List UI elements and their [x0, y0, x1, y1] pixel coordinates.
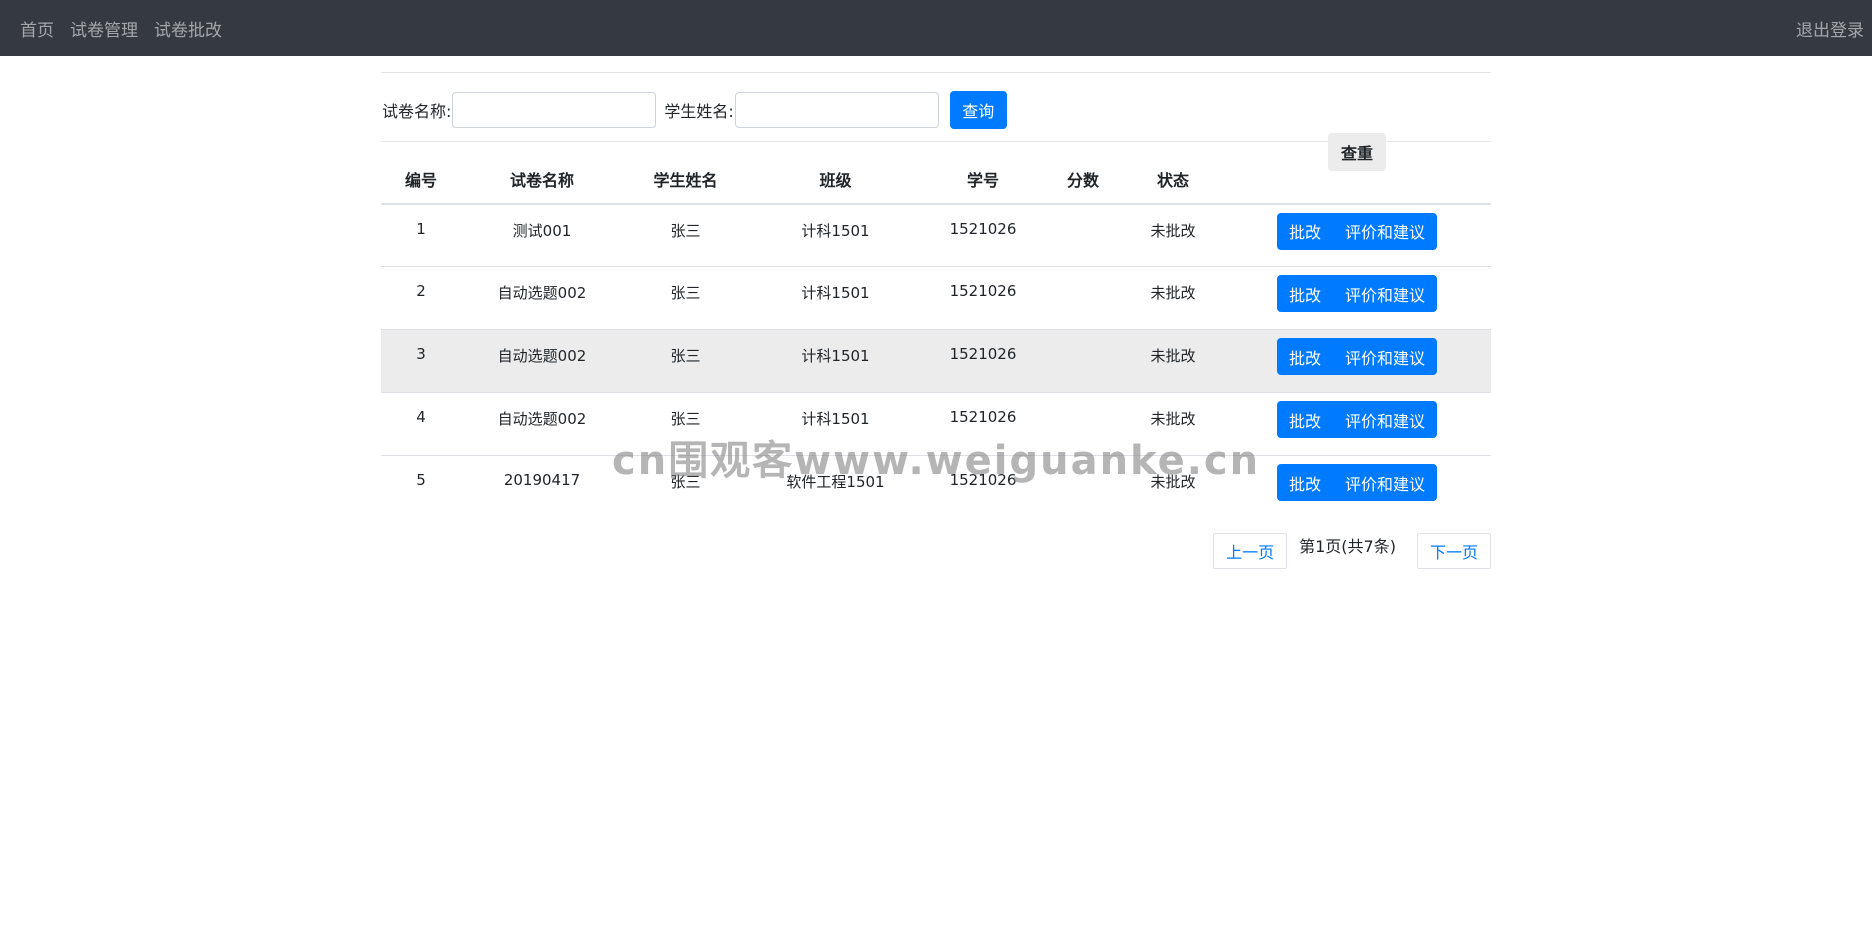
table-header-row: 编号 试卷名称 学生姓名 班级 学号 分数 状态 查重 — [381, 132, 1491, 205]
col-student-id: 学号 — [923, 141, 1043, 205]
table-row: 5 20190417 张三 软件工程1501 1521026 未批改 批改 评价… — [381, 455, 1491, 519]
cell-paper-name: 20190417 — [461, 455, 623, 519]
review-button[interactable]: 评价和建议 — [1333, 401, 1437, 438]
cell-score — [1043, 455, 1123, 519]
cell-id: 3 — [381, 329, 461, 393]
cell-actions: 批改 评价和建议 — [1223, 266, 1491, 330]
cell-paper-name: 测试001 — [461, 203, 623, 267]
review-button[interactable]: 评价和建议 — [1333, 213, 1437, 250]
cell-status: 未批改 — [1123, 203, 1223, 267]
cell-student-id: 1521026 — [923, 329, 1043, 393]
nav-links: 首页 试卷管理 试卷批改 — [20, 16, 222, 41]
cell-paper-name: 自动选题002 — [461, 392, 623, 456]
nav-right: 退出登录 — [1796, 16, 1864, 41]
paper-name-label: 试卷名称: — [382, 102, 452, 121]
cell-actions: 批改 评价和建议 — [1223, 455, 1491, 519]
col-score: 分数 — [1043, 141, 1123, 205]
cell-class: 计科1501 — [748, 266, 923, 330]
table-row: 3 自动选题002 张三 计科1501 1521026 未批改 批改 评价和建议 — [381, 329, 1491, 393]
cell-paper-name: 自动选题002 — [461, 329, 623, 393]
cell-id: 2 — [381, 266, 461, 330]
cell-status: 未批改 — [1123, 392, 1223, 456]
logout-link[interactable]: 退出登录 — [1796, 21, 1864, 41]
review-button[interactable]: 评价和建议 — [1333, 464, 1437, 501]
top-navbar: 首页 试卷管理 试卷批改 退出登录 — [0, 0, 1872, 56]
grade-button[interactable]: 批改 — [1277, 275, 1333, 312]
next-page-button[interactable]: 下一页 — [1416, 532, 1491, 569]
table-row: 1 测试001 张三 计科1501 1521026 未批改 批改 评价和建议 — [381, 203, 1491, 267]
cell-status: 未批改 — [1123, 329, 1223, 393]
prev-page-button[interactable]: 上一页 — [1213, 532, 1288, 569]
cell-student-id: 1521026 — [923, 392, 1043, 456]
page-info: 第1页(共7条) — [1299, 536, 1396, 556]
grade-button[interactable]: 批改 — [1277, 338, 1333, 375]
table-row: 4 自动选题002 张三 计科1501 1521026 未批改 批改 评价和建议 — [381, 392, 1491, 456]
cell-score — [1043, 203, 1123, 267]
row-action-group: 批改 评价和建议 — [1276, 464, 1438, 501]
table-row: 2 自动选题002 张三 计科1501 1521026 未批改 批改 评价和建议 — [381, 266, 1491, 330]
cell-id: 5 — [381, 455, 461, 519]
paper-name-input[interactable] — [452, 92, 657, 128]
cell-class: 计科1501 — [748, 203, 923, 267]
cell-student-name: 张三 — [623, 203, 748, 267]
cell-status: 未批改 — [1123, 455, 1223, 519]
col-class: 班级 — [748, 141, 923, 205]
cell-student-name: 张三 — [623, 266, 748, 330]
row-action-group: 批改 评价和建议 — [1276, 338, 1438, 375]
grade-button[interactable]: 批改 — [1277, 213, 1333, 250]
row-action-group: 批改 评价和建议 — [1276, 275, 1438, 312]
cell-student-name: 张三 — [623, 329, 748, 393]
col-status: 状态 — [1123, 141, 1223, 205]
review-button[interactable]: 评价和建议 — [1333, 338, 1437, 375]
grade-button[interactable]: 批改 — [1277, 401, 1333, 438]
cell-score — [1043, 266, 1123, 330]
col-id: 编号 — [381, 141, 461, 205]
main-container: 试卷名称: 学生姓名: 查询 编号 试卷名称 学生姓名 班级 学号 分数 状态 … — [381, 72, 1491, 569]
cell-student-name: 张三 — [623, 392, 748, 456]
row-action-group: 批改 评价和建议 — [1276, 212, 1438, 250]
cell-actions: 批改 评价和建议 — [1223, 329, 1491, 393]
nav-home[interactable]: 首页 — [20, 16, 54, 41]
query-button[interactable]: 查询 — [949, 91, 1007, 129]
cell-student-id: 1521026 — [923, 455, 1043, 519]
nav-paper-grading[interactable]: 试卷批改 — [154, 16, 222, 41]
col-actions: 查重 — [1223, 132, 1491, 205]
cell-id: 4 — [381, 392, 461, 456]
col-student-name: 学生姓名 — [623, 141, 748, 205]
cell-class: 计科1501 — [748, 329, 923, 393]
cell-score — [1043, 329, 1123, 393]
cell-actions: 批改 评价和建议 — [1223, 392, 1491, 456]
cell-paper-name: 自动选题002 — [461, 266, 623, 330]
cell-student-name: 张三 — [623, 455, 748, 519]
row-action-group: 批改 评价和建议 — [1276, 401, 1438, 438]
grade-button[interactable]: 批改 — [1277, 464, 1333, 501]
cell-class: 软件工程1501 — [748, 455, 923, 519]
student-name-label: 学生姓名: — [664, 102, 734, 121]
grading-table: 编号 试卷名称 学生姓名 班级 学号 分数 状态 查重 1 测试001 张三 计… — [381, 132, 1491, 519]
cell-student-id: 1521026 — [923, 266, 1043, 330]
col-paper-name: 试卷名称 — [461, 141, 623, 205]
cell-status: 未批改 — [1123, 266, 1223, 330]
nav-paper-management[interactable]: 试卷管理 — [70, 16, 138, 41]
cell-student-id: 1521026 — [923, 203, 1043, 267]
cell-class: 计科1501 — [748, 392, 923, 456]
pagination: 上一页 第1页(共7条) 下一页 — [381, 532, 1491, 569]
search-bar: 试卷名称: 学生姓名: 查询 — [381, 73, 1491, 130]
cell-score — [1043, 392, 1123, 456]
student-name-input[interactable] — [734, 92, 939, 128]
cell-actions: 批改 评价和建议 — [1223, 203, 1491, 267]
recheck-button[interactable]: 查重 — [1328, 132, 1386, 171]
review-button[interactable]: 评价和建议 — [1333, 275, 1437, 312]
cell-id: 1 — [381, 203, 461, 267]
